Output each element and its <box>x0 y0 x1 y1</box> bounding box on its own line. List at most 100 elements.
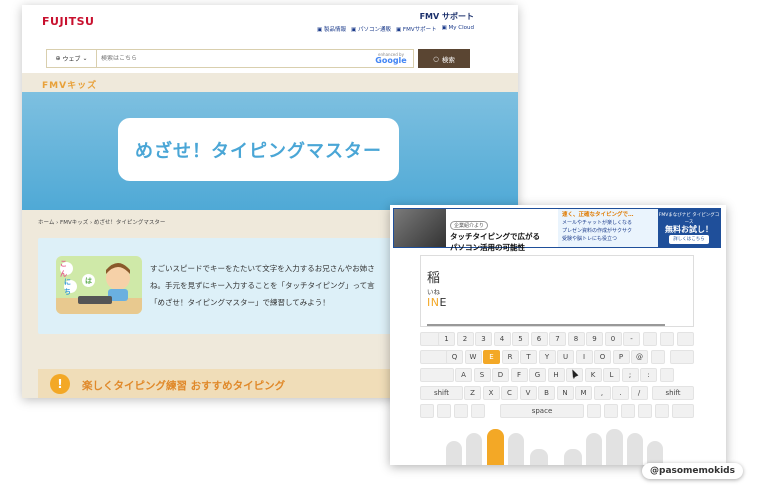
key-P[interactable]: P <box>612 350 630 364</box>
key-blank[interactable] <box>643 332 657 346</box>
key-space[interactable]: space <box>500 404 584 418</box>
key-shift[interactable]: shift <box>652 386 694 400</box>
search-button[interactable]: ○ 検索 <box>418 49 470 68</box>
key-blank[interactable] <box>638 404 652 418</box>
target-word: 稲 <box>427 271 441 286</box>
watermark-handle: @pasomemokids <box>642 463 743 479</box>
key-blank[interactable] <box>437 404 451 418</box>
google-badge: enhanced by Google <box>375 51 407 65</box>
recommend-header: ! 楽しくタイピング練習 おすすめタイピング <box>38 369 418 398</box>
key-E[interactable]: E <box>483 350 500 364</box>
key-Z[interactable]: Z <box>464 386 481 400</box>
key-L[interactable]: L <box>603 368 620 382</box>
key-blank[interactable] <box>660 368 674 382</box>
key-blank[interactable] <box>420 404 434 418</box>
chevron-down-icon: ⌄ <box>82 55 88 62</box>
key-blank[interactable] <box>677 332 694 346</box>
key-45[interactable]: - <box>623 332 640 346</box>
key-0[interactable]: 0 <box>604 332 622 346</box>
key-7[interactable]: 7 <box>549 332 566 346</box>
key-A[interactable]: A <box>455 368 472 382</box>
search-bar: ⊕ ウェブ ⌄ enhanced by Google ○ 検索 <box>22 45 518 73</box>
key-W[interactable]: W <box>464 350 482 364</box>
top-link-shop[interactable]: ▣ パソコン通販 <box>351 25 391 33</box>
key-D[interactable]: D <box>492 368 509 382</box>
key-1[interactable]: 1 <box>438 332 455 346</box>
key-blank[interactable] <box>670 350 694 364</box>
key-5[interactable]: 5 <box>512 332 529 346</box>
finger-6 <box>564 449 582 465</box>
ad-headline-2: パソコン活用の可能性 <box>450 243 525 252</box>
typing-display: 稲 いね INE <box>420 255 694 327</box>
key-G[interactable]: G <box>529 368 546 382</box>
key-blank[interactable] <box>651 350 665 364</box>
key-9[interactable]: 9 <box>586 332 603 346</box>
key-F[interactable]: F <box>510 368 528 382</box>
key-blank[interactable] <box>454 404 468 418</box>
hero-banner: めざせ！タイピングマスター <box>22 92 518 210</box>
key-R[interactable]: R <box>501 350 519 364</box>
top-link-support[interactable]: ▣ FMVサポート <box>396 25 437 33</box>
key-V[interactable]: V <box>519 386 537 400</box>
key-M[interactable]: M <box>575 386 592 400</box>
key-blank[interactable] <box>420 368 454 382</box>
ad-headline-1: タッチタイピングで広がる <box>450 232 540 241</box>
key-blank[interactable] <box>471 404 485 418</box>
key-2[interactable]: 2 <box>456 332 474 346</box>
ad-cta-button[interactable]: 詳しくはこちら <box>669 235 709 244</box>
fujitsu-logo[interactable]: FUJITSU <box>42 15 95 28</box>
search-input[interactable] <box>97 55 369 62</box>
top-link-products[interactable]: ▣ 製品情報 <box>317 25 346 33</box>
ad-banner[interactable]: 企業紹介より タッチタイピングで広がる パソコン活用の可能性 速く、正確なタイピ… <box>393 208 721 252</box>
key-44[interactable]: , <box>593 386 611 400</box>
typing-app-window: 企業紹介より タッチタイピングで広がる パソコン活用の可能性 速く、正確なタイピ… <box>390 205 726 465</box>
ad-cta[interactable]: FMVまなびナビ タイピングコース 無料お試し！ 詳しくはこちら <box>658 209 720 247</box>
top-link-mycloud[interactable]: ▣ My Cloud <box>442 25 474 33</box>
key-58[interactable]: : <box>640 368 657 382</box>
key-I[interactable]: I <box>575 350 593 364</box>
key-blank[interactable] <box>587 404 601 418</box>
key-blank[interactable] <box>604 404 618 418</box>
key-H[interactable]: H <box>547 368 565 382</box>
key-blank[interactable] <box>420 332 440 346</box>
key-4[interactable]: 4 <box>493 332 511 346</box>
key-46[interactable]: . <box>612 386 629 400</box>
greeting-bubble-2: にち <box>64 278 77 296</box>
page-title: めざせ！タイピングマスター <box>135 140 382 162</box>
search-scope-select[interactable]: ⊕ ウェブ ⌄ <box>47 50 97 67</box>
key-Y[interactable]: Y <box>538 350 556 364</box>
fmv-kids-logo[interactable]: FMVキッズ <box>42 78 97 91</box>
fmv-support-label[interactable]: FMV サポート <box>420 11 474 22</box>
key-N[interactable]: N <box>556 386 574 400</box>
key-C[interactable]: C <box>501 386 518 400</box>
key-6[interactable]: 6 <box>530 332 548 346</box>
key-X[interactable]: X <box>482 386 500 400</box>
key-blank[interactable] <box>420 350 448 364</box>
finger-3 <box>487 429 504 465</box>
key-64[interactable]: @ <box>631 350 648 364</box>
intro-text: すごいスピードでキーをたたいて文字を入力するお兄さんやお姉さ ね。手元を見ずにキ… <box>150 260 375 311</box>
key-T[interactable]: T <box>520 350 537 364</box>
finger-9 <box>627 433 643 465</box>
key-blank[interactable] <box>660 332 674 346</box>
typed-romaji: IN <box>427 296 440 309</box>
greeting-bubble-1: こん <box>60 260 73 278</box>
top-links: ▣ 製品情報 ▣ パソコン通販 ▣ FMVサポート ▣ My Cloud <box>317 25 474 33</box>
key-blank[interactable] <box>655 404 669 418</box>
intro-line: ね。手元を見ずにキー入力することを「タッチタイピング」って言 <box>150 281 375 290</box>
breadcrumb[interactable]: ホーム › FMVキッズ › めざせ！タイピングマスター <box>38 218 165 226</box>
key-shift[interactable]: shift <box>420 386 463 400</box>
key-Q[interactable]: Q <box>446 350 463 364</box>
key-8[interactable]: 8 <box>567 332 585 346</box>
key-B[interactable]: B <box>538 386 555 400</box>
remaining-romaji: E <box>439 296 447 309</box>
key-blank[interactable] <box>621 404 635 418</box>
key-K[interactable]: K <box>584 368 602 382</box>
key-3[interactable]: 3 <box>475 332 492 346</box>
key-O[interactable]: O <box>594 350 611 364</box>
key-blank[interactable] <box>672 404 694 418</box>
key-U[interactable]: U <box>557 350 574 364</box>
key-47[interactable]: / <box>630 386 648 400</box>
key-59[interactable]: ; <box>621 368 639 382</box>
key-S[interactable]: S <box>473 368 491 382</box>
